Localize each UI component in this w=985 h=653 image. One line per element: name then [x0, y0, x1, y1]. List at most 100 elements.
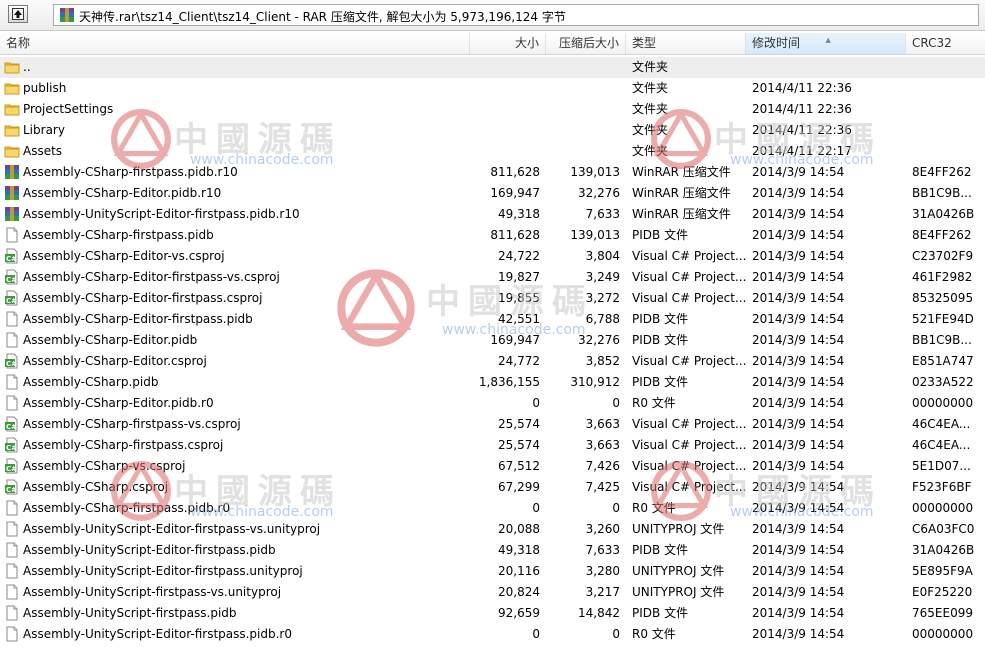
- path-field[interactable]: 天神传.rar\tsz14_Client\tsz14_Client - RAR …: [53, 4, 979, 26]
- crc-cell: 765EE099: [912, 603, 982, 624]
- file-row[interactable]: C#Assembly-CSharp.csproj67,2997,425Visua…: [0, 477, 985, 498]
- column-mtime[interactable]: ▲修改时间: [746, 33, 906, 54]
- size-cell: [470, 141, 540, 162]
- type-cell: Visual C# Project...: [632, 288, 747, 309]
- type-cell: UNITYPROJ 文件: [632, 519, 747, 540]
- mtime-cell: 2014/3/9 14:54: [752, 162, 902, 183]
- file-row[interactable]: C#Assembly-CSharp-vs.csproj67,5127,426Vi…: [0, 456, 985, 477]
- file-row[interactable]: Assembly-UnityScript-firstpass-vs.unityp…: [0, 582, 985, 603]
- type-cell: PIDB 文件: [632, 309, 747, 330]
- type-cell: R0 文件: [632, 498, 747, 519]
- file-row[interactable]: Assembly-CSharp-Editor.pidb169,94732,276…: [0, 330, 985, 351]
- mtime-cell: [752, 57, 902, 78]
- size-cell: 24,722: [470, 246, 540, 267]
- file-row[interactable]: Assembly-CSharp-firstpass.pidb.r000R0 文件…: [0, 498, 985, 519]
- type-cell: Visual C# Project...: [632, 414, 747, 435]
- column-crc-label: CRC32: [912, 36, 952, 50]
- type-cell: UNITYPROJ 文件: [632, 582, 747, 603]
- file-icon: [4, 395, 20, 411]
- mtime-cell: 2014/3/9 14:54: [752, 246, 902, 267]
- size-cell: [470, 120, 540, 141]
- name-cell: Assembly-UnityScript-Editor-firstpass-vs…: [4, 519, 474, 540]
- file-row[interactable]: Assembly-CSharp-firstpass.pidb.r10811,62…: [0, 162, 985, 183]
- up-folder-button[interactable]: [8, 5, 28, 23]
- crc-cell: 521FE94D: [912, 309, 982, 330]
- winrar-archive-icon: [4, 185, 20, 201]
- file-row[interactable]: Assembly-CSharp-Editor-firstpass.pidb42,…: [0, 309, 985, 330]
- folder-row[interactable]: ..文件夹: [0, 57, 985, 78]
- file-name: Assembly-CSharp-firstpass.pidb.r10: [23, 162, 238, 183]
- file-row[interactable]: C#Assembly-CSharp-Editor.csproj24,7723,8…: [0, 351, 985, 372]
- file-row[interactable]: Assembly-UnityScript-Editor-firstpass.pi…: [0, 204, 985, 225]
- file-row[interactable]: C#Assembly-CSharp-firstpass.csproj25,574…: [0, 435, 985, 456]
- crc-cell: [912, 78, 982, 99]
- file-row[interactable]: Assembly-CSharp.pidb1,836,155310,912PIDB…: [0, 372, 985, 393]
- column-crc[interactable]: CRC32: [906, 33, 985, 54]
- column-packed[interactable]: 压缩后大小: [546, 33, 626, 54]
- column-type[interactable]: 类型: [626, 33, 746, 54]
- file-row[interactable]: Assembly-UnityScript-firstpass.pidb92,65…: [0, 603, 985, 624]
- file-row[interactable]: Assembly-UnityScript-Editor-firstpass.pi…: [0, 540, 985, 561]
- file-row[interactable]: C#Assembly-CSharp-Editor-firstpass.cspro…: [0, 288, 985, 309]
- folder-row[interactable]: ProjectSettings文件夹2014/4/11 22:36: [0, 99, 985, 120]
- file-row[interactable]: Assembly-CSharp-Editor.pidb.r000R0 文件201…: [0, 393, 985, 414]
- column-header: 名称 大小 压缩后大小 类型 ▲修改时间 CRC32: [0, 33, 985, 55]
- file-name: Assembly-CSharp-Editor-vs.csproj: [23, 246, 225, 267]
- packed-size-cell: 139,013: [548, 162, 620, 183]
- csharp-project-icon: C#: [4, 269, 20, 285]
- file-name: Assembly-UnityScript-Editor-firstpass.pi…: [23, 624, 292, 645]
- file-row[interactable]: Assembly-UnityScript-Editor-firstpass-vs…: [0, 519, 985, 540]
- size-cell: [470, 78, 540, 99]
- type-cell: Visual C# Project...: [632, 435, 747, 456]
- file-row[interactable]: C#Assembly-CSharp-firstpass-vs.csproj25,…: [0, 414, 985, 435]
- type-cell: Visual C# Project...: [632, 246, 747, 267]
- file-name: Library: [23, 120, 65, 141]
- mtime-cell: 2014/3/9 14:54: [752, 204, 902, 225]
- crc-cell: 00000000: [912, 393, 982, 414]
- file-name: Assembly-CSharp.csproj: [23, 477, 168, 498]
- file-row[interactable]: Assembly-UnityScript-Editor-firstpass.un…: [0, 561, 985, 582]
- packed-size-cell: 7,633: [548, 540, 620, 561]
- size-cell: 20,088: [470, 519, 540, 540]
- type-cell: PIDB 文件: [632, 330, 747, 351]
- folder-row[interactable]: Library文件夹2014/4/11 22:36: [0, 120, 985, 141]
- folder-icon: [4, 143, 20, 159]
- file-name: Assembly-UnityScript-Editor-firstpass.un…: [23, 561, 303, 582]
- file-row[interactable]: C#Assembly-CSharp-Editor-vs.csproj24,722…: [0, 246, 985, 267]
- file-name: Assembly-UnityScript-Editor-firstpass.pi…: [23, 540, 276, 561]
- size-cell: 169,947: [470, 183, 540, 204]
- name-cell: publish: [4, 78, 474, 99]
- file-row[interactable]: C#Assembly-CSharp-Editor-firstpass-vs.cs…: [0, 267, 985, 288]
- column-name-label: 名称: [6, 36, 30, 50]
- size-cell: 0: [470, 393, 540, 414]
- folder-row[interactable]: Assets文件夹2014/4/11 22:17: [0, 141, 985, 162]
- column-name[interactable]: 名称: [0, 33, 470, 54]
- file-icon: [4, 563, 20, 579]
- svg-text:C#: C#: [6, 465, 17, 473]
- winrar-archive-icon: [4, 164, 20, 180]
- packed-size-cell: 139,013: [548, 225, 620, 246]
- packed-size-cell: 7,425: [548, 477, 620, 498]
- packed-size-cell: 14,842: [548, 603, 620, 624]
- name-cell: Assembly-CSharp-firstpass.pidb: [4, 225, 474, 246]
- packed-size-cell: 3,852: [548, 351, 620, 372]
- file-row[interactable]: Assembly-CSharp-firstpass.pidb811,628139…: [0, 225, 985, 246]
- csharp-project-icon: C#: [4, 353, 20, 369]
- type-cell: PIDB 文件: [632, 372, 747, 393]
- crc-cell: 0233A522: [912, 372, 982, 393]
- sort-arrow-icon: ▲: [826, 30, 831, 51]
- file-icon: [4, 500, 20, 516]
- packed-size-cell: 6,788: [548, 309, 620, 330]
- mtime-cell: 2014/3/9 14:54: [752, 561, 902, 582]
- crc-cell: 8E4FF262: [912, 225, 982, 246]
- file-row[interactable]: Assembly-UnityScript-Editor-firstpass.pi…: [0, 624, 985, 645]
- type-cell: Visual C# Project...: [632, 267, 747, 288]
- file-row[interactable]: Assembly-CSharp-Editor.pidb.r10169,94732…: [0, 183, 985, 204]
- column-size[interactable]: 大小: [470, 33, 546, 54]
- file-icon: [4, 521, 20, 537]
- name-cell: C#Assembly-CSharp-Editor-vs.csproj: [4, 246, 474, 267]
- packed-size-cell: 3,663: [548, 435, 620, 456]
- folder-row[interactable]: publish文件夹2014/4/11 22:36: [0, 78, 985, 99]
- mtime-cell: 2014/3/9 14:54: [752, 351, 902, 372]
- type-cell: PIDB 文件: [632, 603, 747, 624]
